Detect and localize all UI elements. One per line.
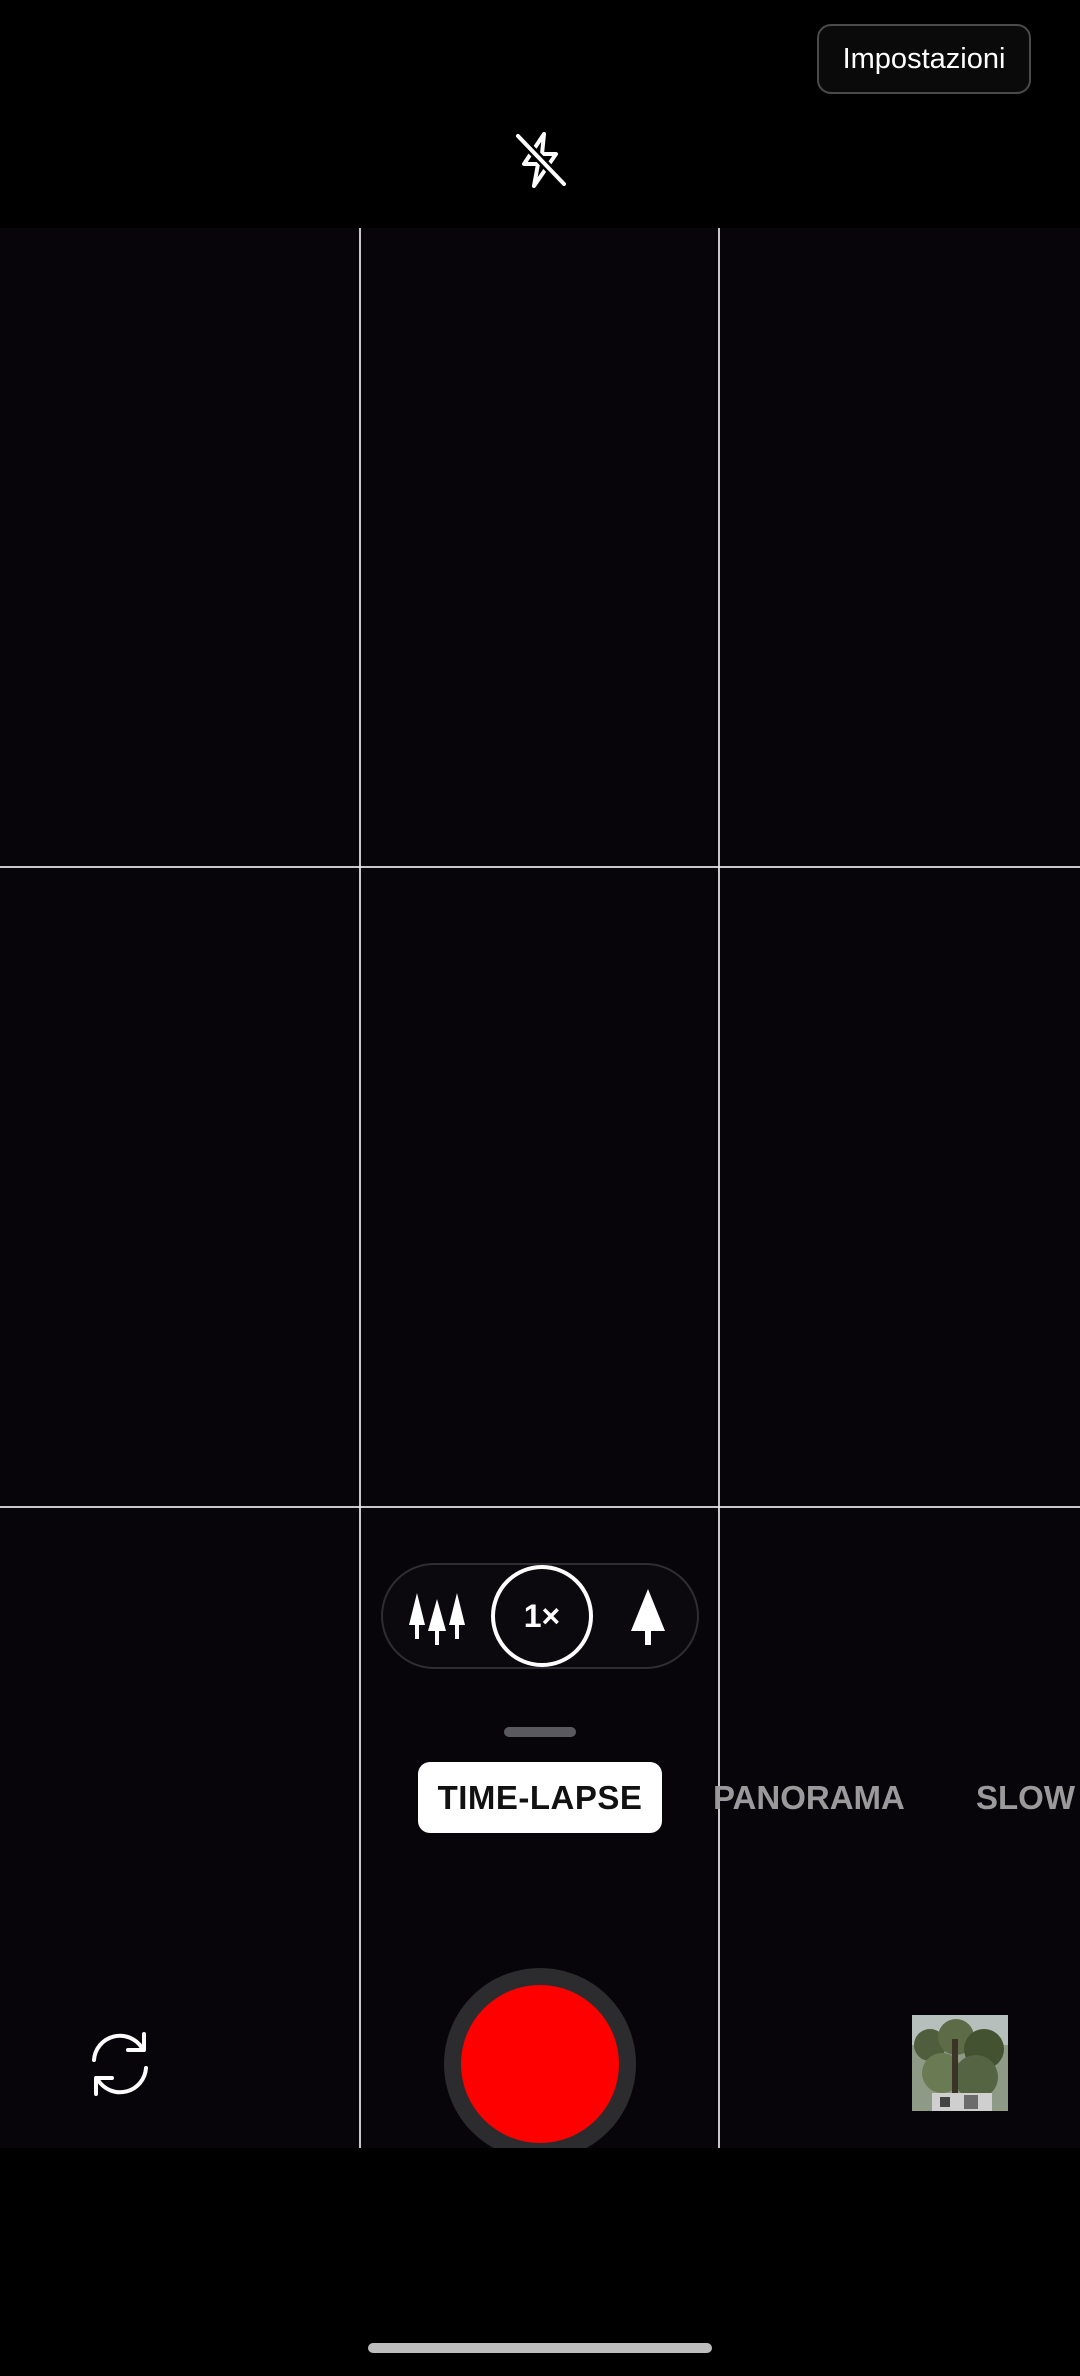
mode-tab-slow-motion[interactable]: SLOW MOTION: [976, 1762, 1080, 1833]
flash-off-icon[interactable]: [508, 128, 572, 192]
zoom-selector: 1×: [381, 1563, 699, 1669]
gallery-thumbnail[interactable]: [912, 2015, 1008, 2111]
mode-tab-time-lapse[interactable]: TIME-LAPSE: [418, 1762, 662, 1833]
settings-button[interactable]: Impostazioni: [817, 24, 1031, 94]
mode-tab-panorama[interactable]: PANORAMA: [713, 1762, 905, 1833]
grid-line-horizontal: [0, 866, 1080, 868]
grid-line-vertical: [359, 228, 361, 2148]
navigation-bar: [0, 2148, 1080, 2376]
zoom-1x-button[interactable]: 1×: [491, 1565, 593, 1667]
record-button[interactable]: [444, 1968, 636, 2160]
tree-tele-icon[interactable]: [623, 1587, 673, 1647]
grid-line-horizontal: [0, 1506, 1080, 1508]
top-bar: Impostazioni: [0, 0, 1080, 228]
camera-viewfinder[interactable]: [0, 228, 1080, 2148]
grid-line-vertical: [718, 228, 720, 2148]
mode-drawer-handle[interactable]: [504, 1727, 576, 1737]
record-button-inner: [461, 1985, 619, 2143]
home-indicator[interactable]: [368, 2343, 712, 2353]
trees-wide-icon[interactable]: [407, 1589, 467, 1645]
switch-camera-icon[interactable]: [82, 2026, 158, 2102]
